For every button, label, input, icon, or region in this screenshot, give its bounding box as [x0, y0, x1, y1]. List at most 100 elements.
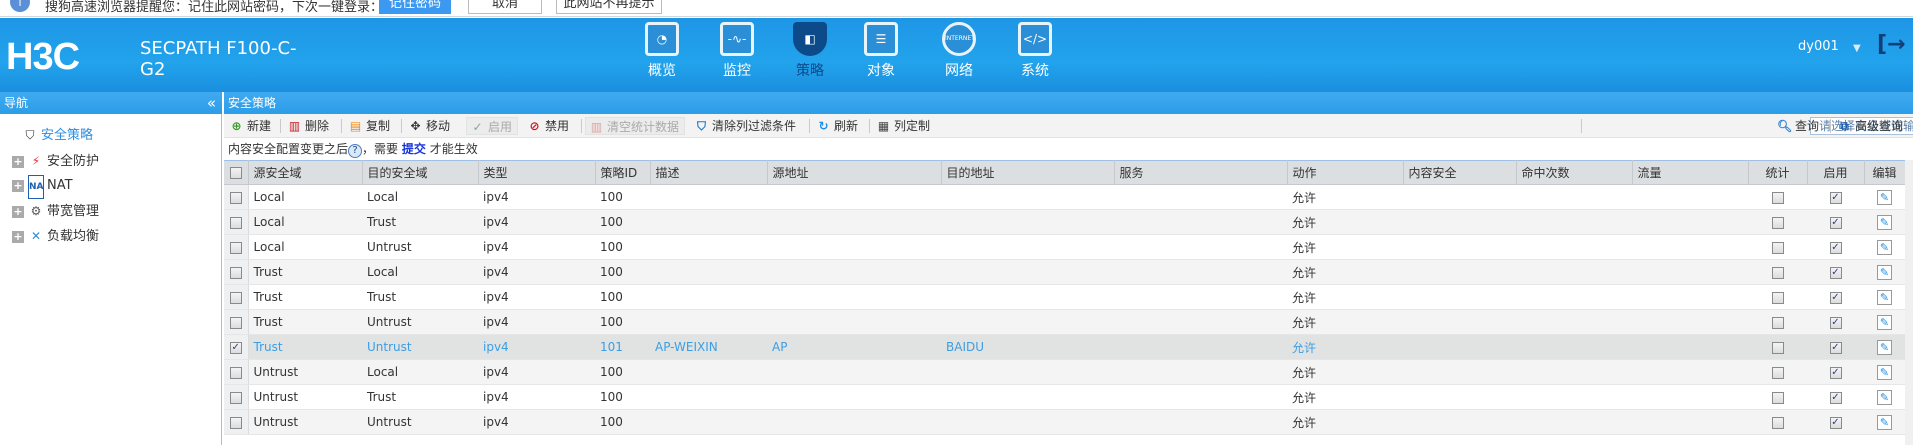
- stats-checkbox[interactable]: [1771, 416, 1784, 429]
- edit-pencil-icon[interactable]: ✎: [1877, 239, 1892, 255]
- cell-daddr[interactable]: [941, 184, 1114, 210]
- cell-src[interactable]: Trust: [248, 309, 362, 335]
- column-header[interactable]: 动作: [1287, 160, 1404, 185]
- row-checkbox[interactable]: [229, 241, 242, 254]
- cell-src[interactable]: Trust: [248, 259, 362, 285]
- column-header[interactable]: 内容安全: [1403, 160, 1517, 185]
- cell-saddr[interactable]: [767, 409, 941, 435]
- row-checkbox[interactable]: [229, 216, 242, 229]
- edit-pencil-icon[interactable]: ✎: [1877, 189, 1892, 205]
- cell-daddr[interactable]: [941, 234, 1114, 260]
- cell-saddr[interactable]: [767, 259, 941, 285]
- edit-pencil-icon[interactable]: ✎: [1877, 364, 1892, 380]
- edit-pencil-icon[interactable]: ✎: [1877, 214, 1892, 230]
- nav-policy[interactable]: ◧ 策略: [775, 22, 845, 80]
- enabled-checkbox[interactable]: ✓: [1829, 216, 1842, 229]
- cell-src[interactable]: Local: [248, 234, 362, 260]
- clear-stats-button[interactable]: ▥ 清空统计数据: [585, 117, 685, 135]
- cell-daddr[interactable]: [941, 359, 1114, 385]
- cell-daddr[interactable]: [941, 209, 1114, 235]
- table-row[interactable]: Trust Local ipv4 100 允许 ✓ ✎: [224, 259, 1905, 285]
- row-checkbox[interactable]: [229, 416, 242, 429]
- stats-checkbox[interactable]: [1771, 341, 1784, 354]
- stats-checkbox[interactable]: [1771, 216, 1784, 229]
- row-checkbox[interactable]: ✓: [229, 341, 242, 354]
- cell-daddr[interactable]: [941, 259, 1114, 285]
- stats-checkbox[interactable]: [1771, 266, 1784, 279]
- column-custom-button[interactable]: ▦ 列定制: [873, 117, 933, 135]
- enabled-checkbox[interactable]: ✓: [1829, 391, 1842, 404]
- stats-checkbox[interactable]: [1771, 191, 1784, 204]
- new-button[interactable]: ⊕ 新建: [226, 117, 274, 135]
- enabled-checkbox[interactable]: ✓: [1829, 266, 1842, 279]
- stats-checkbox[interactable]: [1771, 391, 1784, 404]
- cancel-button[interactable]: 取消: [468, 0, 542, 14]
- table-row[interactable]: Untrust Local ipv4 100 允许 ✓ ✎: [224, 359, 1905, 385]
- sidebar-item-security-policy[interactable]: ⛉ 安全策略: [22, 124, 93, 146]
- nav-object[interactable]: ☰ 对象: [846, 22, 916, 80]
- cell-src[interactable]: Untrust: [248, 409, 362, 435]
- column-header[interactable]: 统计: [1748, 160, 1808, 185]
- cell-saddr[interactable]: [767, 359, 941, 385]
- nav-overview[interactable]: ◔ 概览: [627, 22, 697, 80]
- edit-pencil-icon[interactable]: ✎: [1877, 389, 1892, 405]
- enable-button[interactable]: ✓ 启用: [466, 117, 518, 135]
- logout-icon[interactable]: [→: [1877, 32, 1906, 57]
- submit-link[interactable]: 提交: [402, 142, 426, 156]
- edit-pencil-icon[interactable]: ✎: [1877, 314, 1892, 330]
- table-row[interactable]: Trust Trust ipv4 100 允许 ✓ ✎: [224, 284, 1905, 310]
- cell-saddr[interactable]: [767, 384, 941, 410]
- cell-dst[interactable]: Untrust: [362, 334, 478, 360]
- cell-saddr[interactable]: [767, 284, 941, 310]
- column-header[interactable]: 启用: [1807, 160, 1865, 185]
- cell-saddr[interactable]: [767, 234, 941, 260]
- cell-src[interactable]: Trust: [248, 334, 362, 360]
- cell-saddr[interactable]: [767, 209, 941, 235]
- table-row[interactable]: ✓ Trust Untrust ipv4 101 AP-WEIXIN AP BAIDU 允许 ✓ ✎: [224, 334, 1905, 360]
- row-checkbox[interactable]: [229, 266, 242, 279]
- cell-dst[interactable]: Trust: [362, 384, 478, 410]
- enabled-checkbox[interactable]: ✓: [1829, 191, 1842, 204]
- column-header[interactable]: 目的安全域: [362, 160, 479, 185]
- enabled-checkbox[interactable]: ✓: [1829, 241, 1842, 254]
- cell-dst[interactable]: Untrust: [362, 409, 478, 435]
- expand-icon[interactable]: +: [12, 155, 24, 168]
- cell-src[interactable]: Local: [248, 184, 362, 210]
- query-button[interactable]: 🔍︎ 查询: [1774, 117, 1822, 135]
- cell-saddr[interactable]: [767, 309, 941, 335]
- table-row[interactable]: Local Local ipv4 100 允许 ✓ ✎: [224, 184, 1905, 210]
- cell-dst[interactable]: Local: [362, 359, 478, 385]
- cell-dst[interactable]: Trust: [362, 284, 478, 310]
- remember-password-button[interactable]: 记住密码: [379, 0, 451, 14]
- stats-checkbox[interactable]: [1771, 291, 1784, 304]
- cell-daddr[interactable]: [941, 384, 1114, 410]
- cell-saddr[interactable]: AP: [767, 334, 941, 360]
- disable-button[interactable]: ⊘ 禁用: [524, 117, 572, 135]
- nav-system[interactable]: </> 系统: [1000, 22, 1070, 80]
- column-header[interactable]: 编辑: [1864, 160, 1906, 185]
- advanced-query-button[interactable]: ⧉ 高级查询: [1834, 117, 1906, 135]
- help-icon[interactable]: ?: [348, 144, 363, 158]
- cell-daddr[interactable]: BAIDU: [941, 334, 1114, 360]
- collapse-icon[interactable]: «: [207, 92, 216, 114]
- cell-daddr[interactable]: [941, 409, 1114, 435]
- enabled-checkbox[interactable]: ✓: [1829, 316, 1842, 329]
- nav-monitor[interactable]: -∿- 监控: [702, 22, 772, 80]
- cell-dst[interactable]: Untrust: [362, 309, 478, 335]
- edit-pencil-icon[interactable]: ✎: [1877, 264, 1892, 280]
- table-row[interactable]: Untrust Trust ipv4 100 允许 ✓ ✎: [224, 384, 1905, 410]
- sidebar-item-load-balance[interactable]: + ✕ 负载均衡: [12, 225, 99, 247]
- stats-checkbox[interactable]: [1771, 316, 1784, 329]
- cell-daddr[interactable]: [941, 309, 1114, 335]
- stats-checkbox[interactable]: [1771, 366, 1784, 379]
- cell-dst[interactable]: Local: [362, 259, 478, 285]
- copy-button[interactable]: ▤ 复制: [345, 117, 393, 135]
- stats-checkbox[interactable]: [1771, 241, 1784, 254]
- nav-network[interactable]: INTERNET 网络: [924, 22, 994, 80]
- column-header[interactable]: 源地址: [767, 160, 942, 185]
- cell-src[interactable]: Local: [248, 209, 362, 235]
- move-button[interactable]: ✥ 移动: [405, 117, 453, 135]
- column-header[interactable]: 类型: [478, 160, 596, 185]
- row-checkbox[interactable]: [229, 366, 242, 379]
- sidebar-item-nat[interactable]: + NA NAT: [12, 175, 73, 199]
